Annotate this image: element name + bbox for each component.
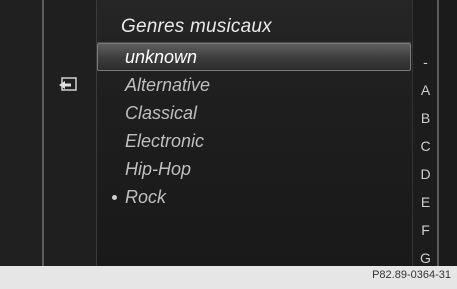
genre-item[interactable]: Hip-Hop bbox=[97, 155, 411, 183]
genre-label: Hip-Hop bbox=[125, 159, 192, 179]
right-frame bbox=[437, 0, 457, 266]
genre-label: Electronic bbox=[125, 131, 205, 151]
genre-item[interactable]: Alternative bbox=[97, 71, 411, 99]
back-arrow-icon[interactable] bbox=[56, 76, 80, 94]
genre-label: Alternative bbox=[125, 75, 211, 95]
alphabet-letter[interactable]: C bbox=[413, 132, 438, 160]
genre-item[interactable]: Rock bbox=[97, 183, 411, 211]
genre-label: Classical bbox=[125, 103, 198, 123]
figure-caption: P82.89-0364-31 bbox=[372, 269, 451, 281]
genre-label: Rock bbox=[125, 187, 167, 207]
media-screen: Genres musicaux unknown Alternative Classi… bbox=[0, 0, 457, 266]
figure-caption-band: P82.89-0364-31 bbox=[0, 266, 457, 289]
list-header: Genres musicaux bbox=[97, 12, 411, 43]
genre-item[interactable]: Classical bbox=[97, 99, 411, 127]
genre-item[interactable]: unknown bbox=[97, 43, 411, 71]
alphabet-letter[interactable]: D bbox=[413, 160, 438, 188]
page-title: Genres musicaux bbox=[121, 16, 272, 37]
alphabet-letter[interactable]: B bbox=[413, 104, 438, 132]
left-frame bbox=[0, 0, 44, 266]
alphabet-letter[interactable]: - bbox=[413, 48, 438, 76]
alphabet-list: -ABCDEFG bbox=[413, 48, 438, 272]
back-column bbox=[44, 0, 97, 266]
genre-list: unknown Alternative Classical Electronic Hip… bbox=[97, 43, 411, 211]
alphabet-letter[interactable]: A bbox=[413, 76, 438, 104]
now-playing-dot-icon bbox=[112, 195, 117, 200]
alphabet-letter[interactable]: F bbox=[413, 216, 438, 244]
genre-item[interactable]: Electronic bbox=[97, 127, 411, 155]
genre-label: unknown bbox=[125, 47, 198, 67]
alphabet-index: -ABCDEFG bbox=[412, 0, 438, 266]
alphabet-letter[interactable]: E bbox=[413, 188, 438, 216]
